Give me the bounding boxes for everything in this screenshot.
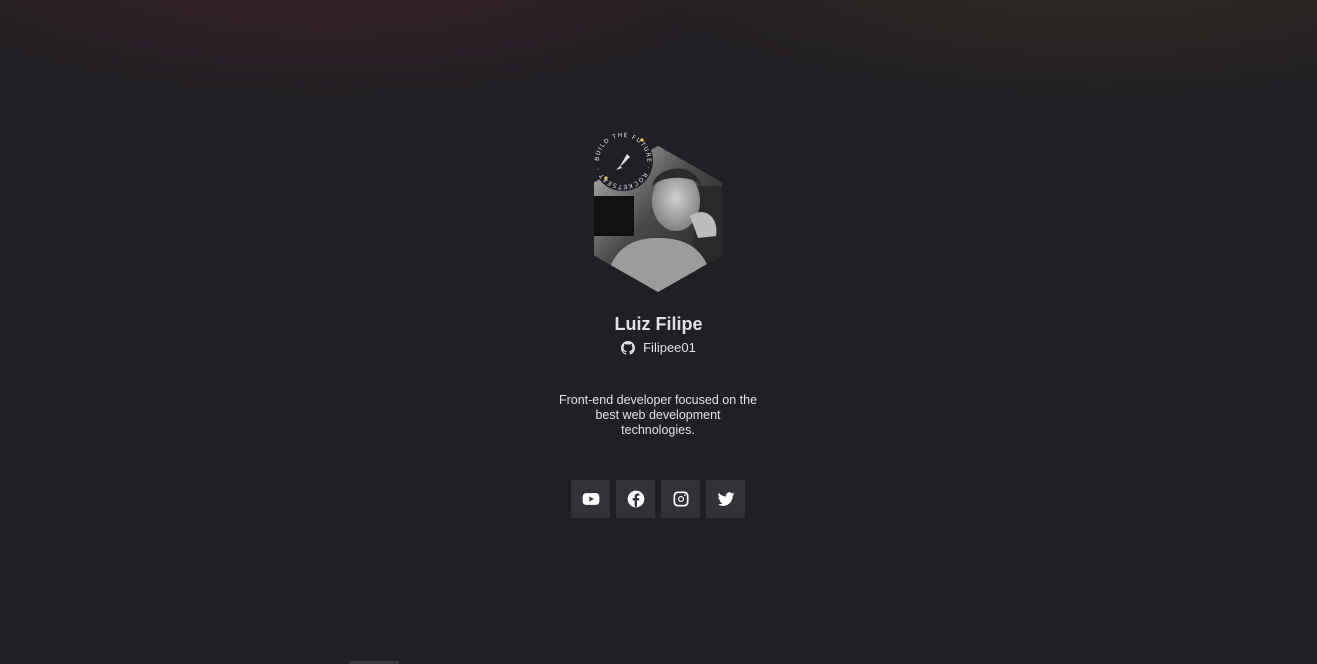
profile-name: Luiz Filipe <box>614 314 703 334</box>
facebook-button[interactable] <box>616 480 655 518</box>
github-link[interactable]: Filipee01 <box>0 340 1317 355</box>
github-icon <box>621 340 636 355</box>
youtube-button[interactable] <box>571 480 610 518</box>
twitter-button[interactable] <box>706 480 745 518</box>
profile-bio: Front-end developer focused on the best … <box>558 392 758 437</box>
avatar: BUILD THE FUTURE · ROCKETSEAT · <box>590 128 726 294</box>
rocketseat-badge-icon: BUILD THE FUTURE · ROCKETSEAT · <box>593 131 653 191</box>
instagram-button[interactable] <box>661 480 700 518</box>
instagram-icon <box>673 491 688 507</box>
github-username: Filipee01 <box>643 340 696 355</box>
profile-card: BUILD THE FUTURE · ROCKETSEAT · Luiz Fil… <box>0 0 1317 664</box>
facebook-icon <box>627 490 644 508</box>
twitter-icon <box>717 492 734 506</box>
youtube-icon <box>582 493 599 505</box>
social-links <box>571 480 745 518</box>
